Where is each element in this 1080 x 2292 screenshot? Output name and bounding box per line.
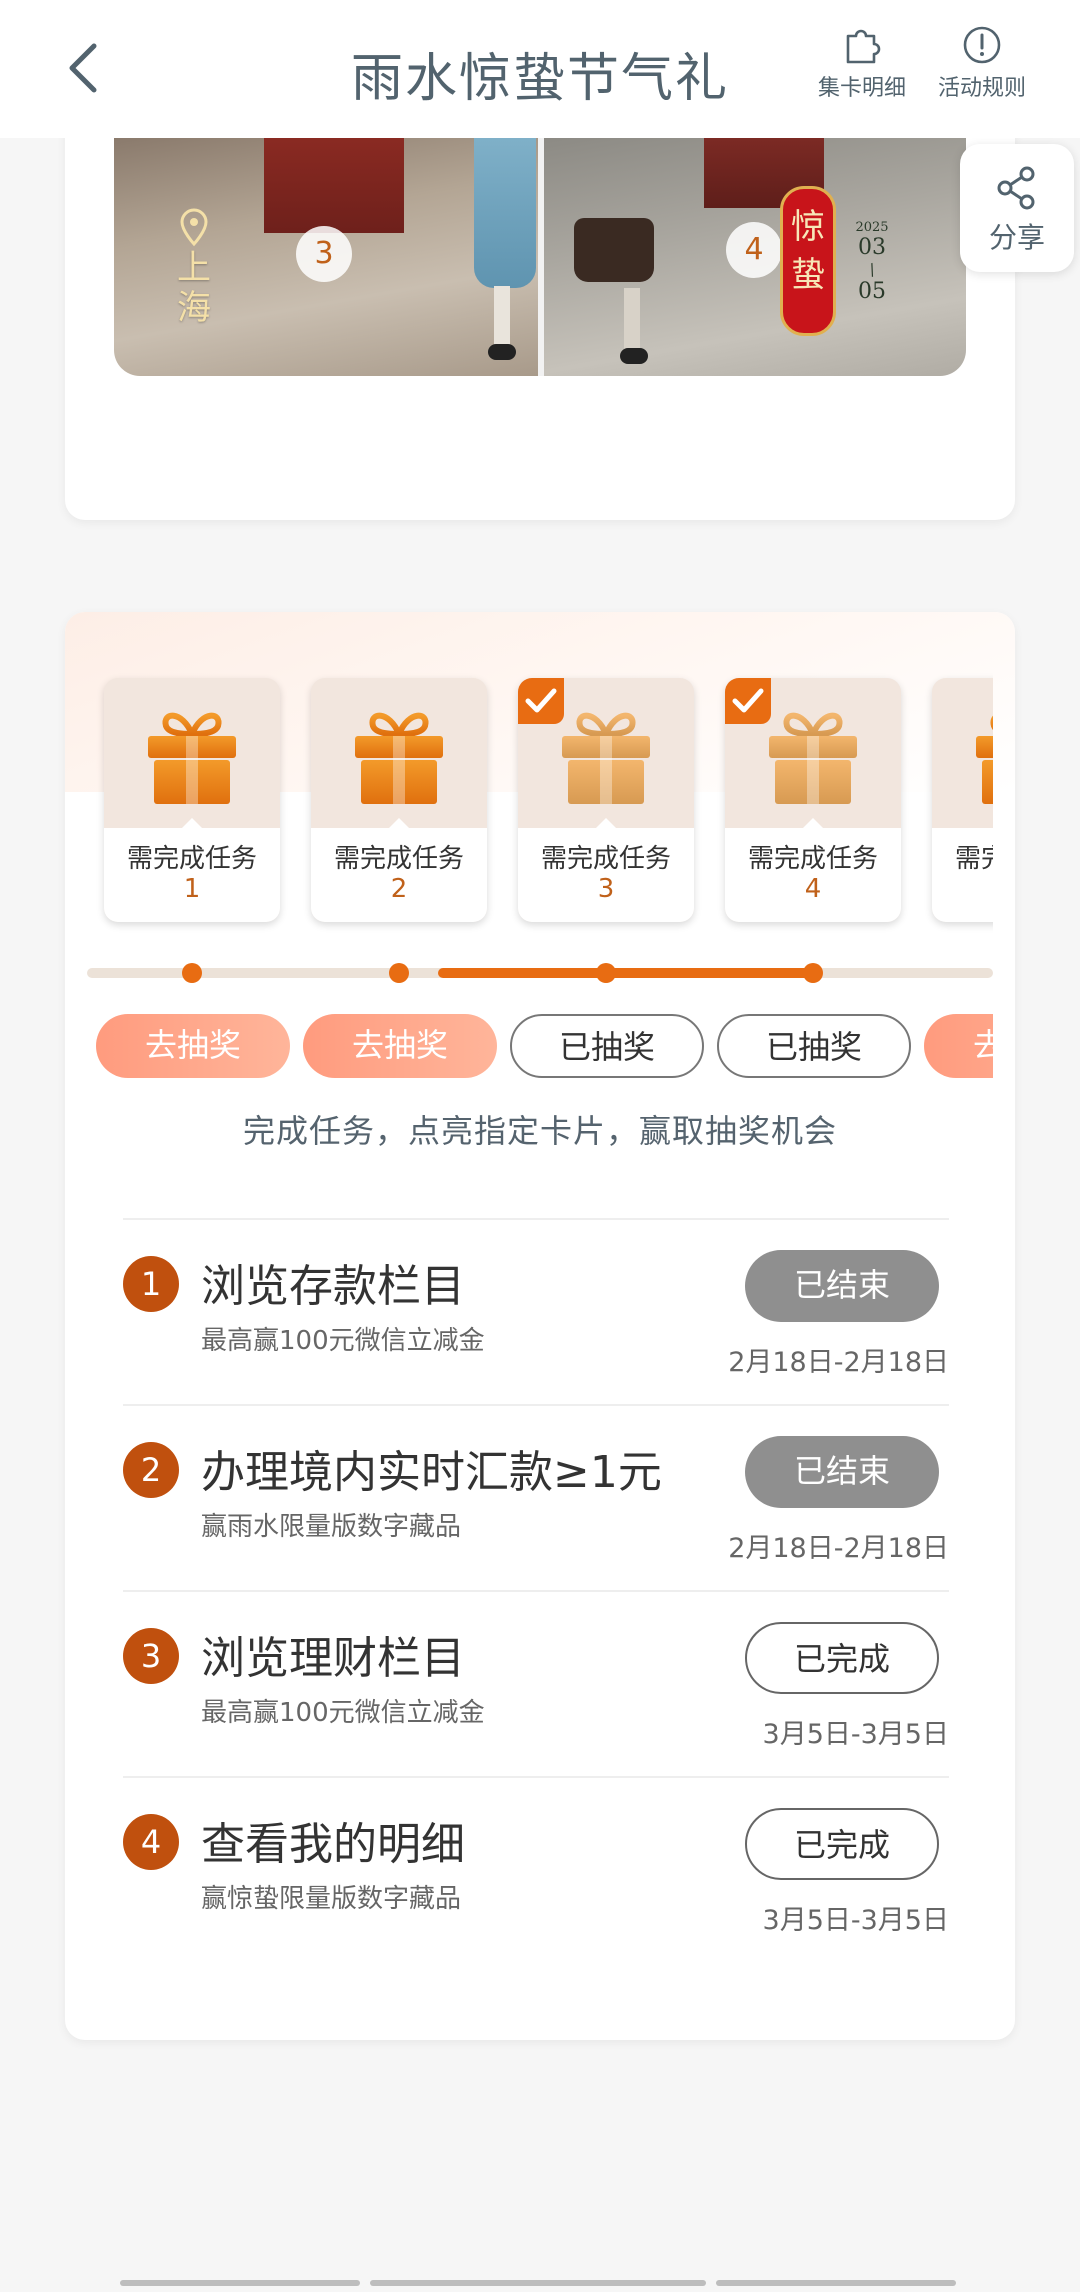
task-item: 2 办理境内实时汇款≥1元 赢雨水限量版数字藏品 已结束 2月18日-2月18日 xyxy=(123,1404,949,1590)
info-circle-icon xyxy=(963,26,1001,64)
task-date-range: 2月18日-2月18日 xyxy=(728,1533,949,1564)
task-name: 浏览理财栏目 xyxy=(201,1633,465,1684)
figure-shoe xyxy=(620,348,648,364)
share-button[interactable]: 分享 xyxy=(960,144,1074,272)
banner-divider xyxy=(538,138,544,376)
rules-button[interactable]: 活动规则 xyxy=(912,24,1052,102)
task-reward: 赢雨水限量版数字藏品 xyxy=(201,1512,462,1542)
drawn-status-button[interactable]: 已抽奖 xyxy=(510,1014,704,1078)
task-reward: 最高赢100元微信立减金 xyxy=(201,1698,485,1728)
task-number: 2 xyxy=(123,1442,179,1498)
task-item: 1 浏览存款栏目 最高赢100元微信立减金 已结束 2月18日-2月18日 xyxy=(123,1218,949,1404)
task-status-button[interactable]: 已完成 xyxy=(745,1622,939,1694)
card-detail-label: 集卡明细 xyxy=(817,76,906,101)
task-hint: 完成任务，点亮指定卡片，赢取抽奖机会 xyxy=(242,1112,837,1150)
date-year: 2025 xyxy=(855,220,889,235)
task-name: 办理境内实时汇款≥1元 xyxy=(201,1447,662,1498)
figure-dress xyxy=(474,138,536,288)
task-card: 需完成任务 1 需完成任务 2 需完成任务 3 需完成任务 4 需 去抽奖 去抽… xyxy=(65,612,1015,2040)
draw-lottery-button[interactable]: 去抽奖 xyxy=(303,1014,497,1078)
task-date-range: 2月18日-2月18日 xyxy=(728,1347,949,1378)
scroll-indicator xyxy=(716,2280,956,2286)
city-label: 上海 xyxy=(177,248,211,328)
puzzle-icon xyxy=(846,29,881,64)
task-item: 3 浏览理财栏目 最高赢100元微信立减金 已完成 3月5日-3月5日 xyxy=(123,1590,949,1776)
task-date-range: 3月5日-3月5日 xyxy=(762,1719,949,1750)
draw-button-strip: 去抽奖去抽奖已抽奖已抽奖去抽奖 xyxy=(87,612,993,1112)
solar-term-tag: 惊蛰 xyxy=(780,186,836,336)
top-bar: 雨水惊蛰节气礼 集卡明细 活动规则 xyxy=(0,0,1080,138)
task-name: 浏览存款栏目 xyxy=(201,1261,465,1312)
task-number: 1 xyxy=(123,1256,179,1312)
card-number-badge: 4 xyxy=(726,222,782,278)
task-number: 4 xyxy=(123,1814,179,1870)
task-name: 查看我的明细 xyxy=(201,1819,465,1870)
handbag-shape xyxy=(574,218,654,282)
rules-label: 活动规则 xyxy=(937,76,1026,101)
task-status-button[interactable]: 已结束 xyxy=(745,1436,939,1508)
drawn-status-button[interactable]: 已抽奖 xyxy=(717,1014,911,1078)
date-stamp: 2025 03 / 05 xyxy=(844,220,900,304)
share-label: 分享 xyxy=(988,221,1045,254)
location-pin-icon xyxy=(180,208,208,247)
figure-shoe xyxy=(488,344,516,360)
task-status-button[interactable]: 已结束 xyxy=(745,1250,939,1322)
draw-lottery-button[interactable]: 去抽奖 xyxy=(96,1014,290,1078)
scroll-indicator xyxy=(120,2280,360,2286)
tram-shape xyxy=(264,138,404,233)
task-reward: 最高赢100元微信立减金 xyxy=(201,1326,485,1356)
task-number: 3 xyxy=(123,1628,179,1684)
scroll-indicator xyxy=(370,2280,706,2286)
task-date-range: 3月5日-3月5日 xyxy=(762,1905,949,1936)
share-icon xyxy=(997,166,1035,210)
card-number-badge: 3 xyxy=(296,226,352,282)
task-status-button[interactable]: 已完成 xyxy=(745,1808,939,1880)
draw-lottery-button[interactable]: 去抽奖 xyxy=(924,1014,993,1078)
banner-image: 上海 3 4 惊蛰 2025 03 / 05 xyxy=(114,138,966,376)
task-reward: 赢惊蛰限量版数字藏品 xyxy=(201,1884,462,1914)
card-detail-button[interactable]: 集卡明细 xyxy=(792,24,932,102)
task-item: 4 查看我的明细 赢惊蛰限量版数字藏品 已完成 3月5日-3月5日 xyxy=(123,1776,949,1962)
